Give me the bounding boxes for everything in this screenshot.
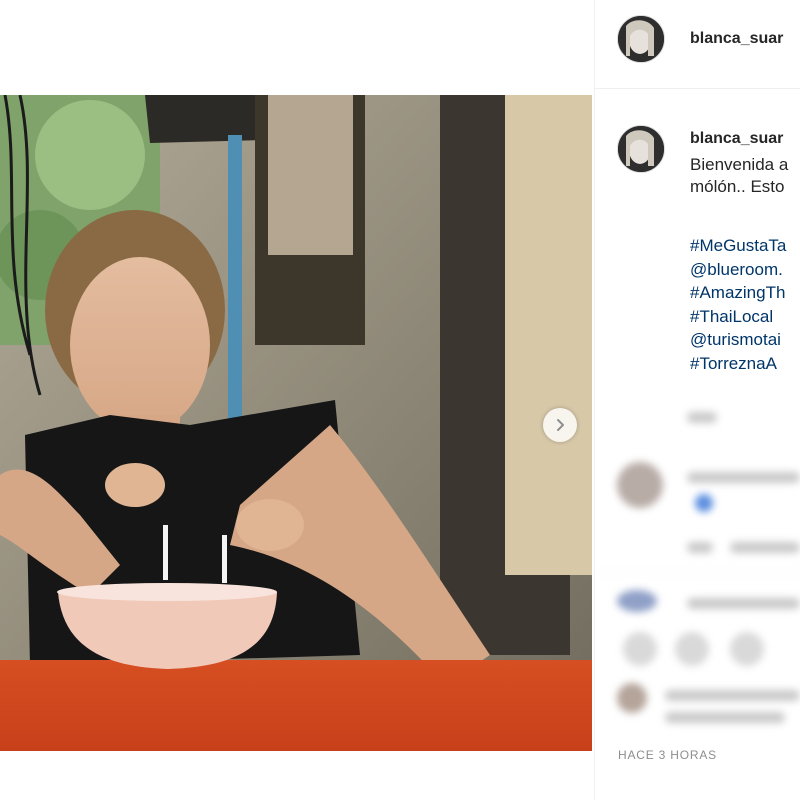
caption-username[interactable]: blanca_suar xyxy=(690,130,783,148)
blurred-badge xyxy=(695,494,713,512)
blurred-text xyxy=(687,542,713,553)
blurred-avatar xyxy=(617,683,647,713)
blurred-text xyxy=(730,542,800,553)
chevron-right-icon xyxy=(557,419,564,431)
header-username[interactable]: blanca_suar xyxy=(690,30,783,48)
caption-line: Bienvenida a xyxy=(690,155,789,174)
post-header: blanca_suar xyxy=(595,0,800,89)
caption-avatar[interactable] xyxy=(617,125,665,173)
hashtag-link[interactable]: #TorreznaA xyxy=(690,352,786,376)
blurred-avatar xyxy=(617,590,657,612)
blurred-icon xyxy=(675,632,709,666)
hashtag-list: #MeGustaTa @blueroom. #AmazingTh #ThaiLo… xyxy=(690,234,786,375)
blurred-avatar xyxy=(617,462,663,508)
blurred-icon xyxy=(730,632,764,666)
blurred-text xyxy=(687,598,800,609)
profile-photo xyxy=(618,16,664,62)
caption-line: mólón.. Esto xyxy=(690,177,785,196)
caption-text: Bienvenida a mólón.. Esto xyxy=(690,154,800,198)
blurred-icon xyxy=(623,632,657,666)
profile-photo xyxy=(618,126,664,172)
hashtag-link[interactable]: #MeGustaTa xyxy=(690,234,786,258)
blurred-text xyxy=(687,472,800,483)
blurred-text xyxy=(665,690,800,701)
blurred-text xyxy=(665,712,785,723)
mention-link[interactable]: @blueroom. xyxy=(690,258,786,282)
blurred-text xyxy=(687,412,717,423)
avatar[interactable] xyxy=(617,15,665,63)
post-side-panel: blanca_suar blanca_suar Bienvenida a mól… xyxy=(595,0,800,800)
carousel-next-button[interactable] xyxy=(543,408,577,442)
mention-link[interactable]: @turismotai xyxy=(690,328,786,352)
post-timestamp: HACE 3 HORAS xyxy=(618,748,717,762)
post-photo[interactable] xyxy=(0,95,592,751)
hashtag-link[interactable]: #ThaiLocal xyxy=(690,305,786,329)
photo-illustration xyxy=(0,95,592,751)
hashtag-link[interactable]: #AmazingTh xyxy=(690,281,786,305)
post-media-column xyxy=(0,0,594,800)
divider xyxy=(595,572,800,573)
